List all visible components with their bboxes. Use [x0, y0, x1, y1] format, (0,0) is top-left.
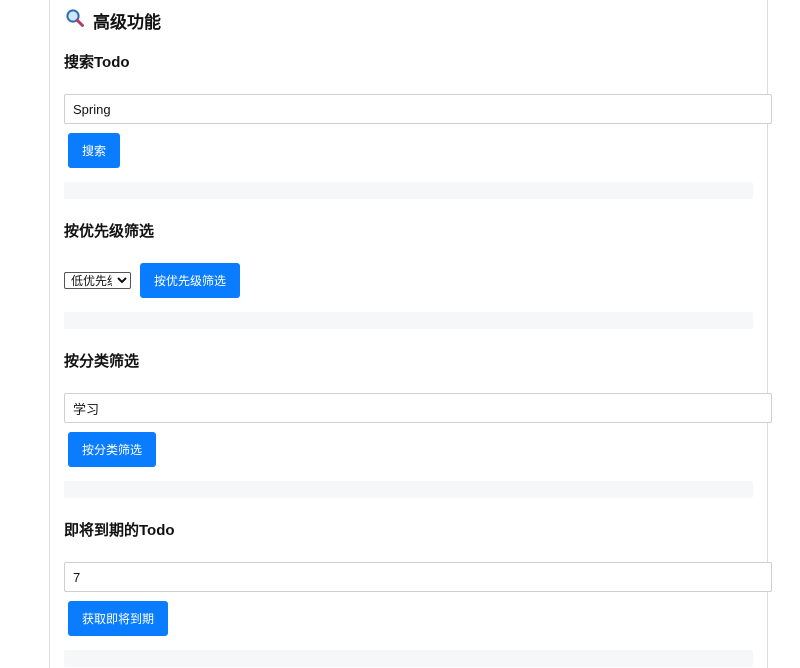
- category-input[interactable]: [64, 393, 772, 423]
- section-title-text: 高级功能: [93, 13, 161, 32]
- priority-filter-heading: 按优先级筛选: [64, 223, 155, 240]
- advanced-features-card: 高级功能 搜索Todo 搜索 按优先级筛选 低优先级 按优先级筛选 按分类筛选 …: [49, 0, 772, 668]
- priority-select[interactable]: 低优先级: [64, 272, 131, 289]
- priority-filter-results: [64, 312, 753, 329]
- search-results: [64, 182, 753, 199]
- category-filter-heading: 按分类筛选: [64, 353, 140, 370]
- search-input[interactable]: [64, 94, 772, 124]
- magnifier-icon: [65, 8, 85, 33]
- get-due-soon-button[interactable]: 获取即将到期: [68, 601, 169, 636]
- due-days-input[interactable]: [64, 562, 772, 592]
- category-filter-button[interactable]: 按分类筛选: [68, 432, 157, 467]
- priority-filter-button[interactable]: 按优先级筛选: [140, 263, 241, 298]
- due-soon-heading: 即将到期的Todo: [64, 522, 175, 539]
- search-heading: 搜索Todo: [64, 54, 130, 71]
- category-filter-results: [64, 481, 753, 498]
- search-button[interactable]: 搜索: [68, 133, 121, 168]
- section-title: 高级功能: [65, 8, 161, 33]
